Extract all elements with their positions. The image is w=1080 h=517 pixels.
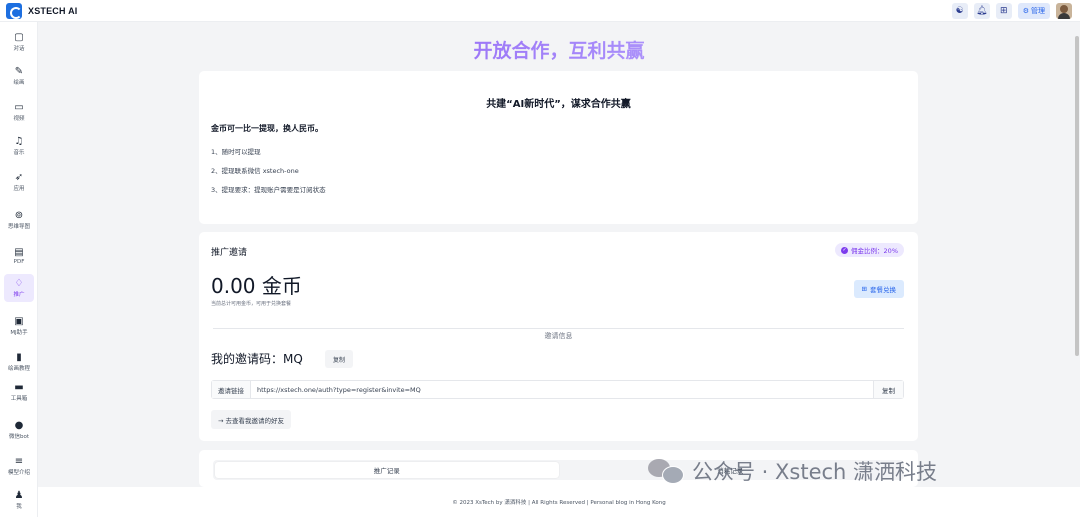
watermark: 公众号 · Xstech 潇洒科技 [648, 456, 937, 486]
intro-card: 共建“AI新时代”，谋求合作共赢 金币可一比一提现，换人民币。 1、随时可以提现… [199, 71, 918, 224]
sidebar-item-label: 绘画 [13, 80, 25, 86]
sidebar-item-label: MJ助手 [10, 330, 28, 336]
sidebar-item-9[interactable]: ▮ 绘画教程 [4, 348, 34, 376]
coin-hint: 当前总计可用金币，可用于兑换套餐 [211, 301, 292, 307]
invite-link-field[interactable] [251, 381, 873, 398]
sidebar-item-2[interactable]: ▭ 视频 [4, 98, 34, 126]
rocket-icon: ➶ [14, 172, 24, 183]
intro-title: 共建“AI新时代”，谋求合作共赢 [486, 99, 631, 110]
mj-icon: ▣ [14, 316, 24, 327]
brand[interactable]: XSTECH AI [0, 2, 78, 19]
user-icon: ♟ [14, 490, 24, 501]
divider-label: 邀请信息 [536, 332, 581, 340]
sidebar-item-7[interactable]: ♢ 推广 [4, 274, 34, 302]
intro-subtitle: 金币可一比一提现，换人民币。 [211, 124, 323, 133]
sidebar-item-label: 模型介绍 [7, 470, 30, 476]
sidebar-item-label: 我 [16, 504, 22, 510]
copy-code-button[interactable]: 复制 [325, 350, 354, 368]
wechat-icon [648, 457, 686, 485]
sidebar-item-0[interactable]: ▢ 对话 [4, 28, 34, 56]
promo-title: 推广邀请 [211, 248, 248, 258]
sidebar-item-label: 推广 [13, 292, 25, 298]
list-icon: ≡ [14, 456, 24, 467]
sidebar-item-label: 微信bot [8, 434, 29, 440]
footer: © 2023 XsTech by 潇洒科技 | All Rights Reser… [38, 487, 1080, 517]
diamond-icon: ♢ [14, 278, 24, 289]
divider-label-wrap: 邀请信息 [199, 323, 918, 342]
notification-bell-icon[interactable]: 🔔︎ [973, 3, 990, 19]
book-icon: ▮ [16, 352, 22, 363]
mindmap-icon: ⊚ [14, 210, 24, 221]
pdf-icon: ▤ [14, 247, 24, 258]
list-item: 3、提现要求：提现账户需要是订阅状态 [211, 186, 326, 194]
top-actions: ☯ 🔔︎ ⊞ ⚙ 管理 [951, 3, 1072, 19]
list-item: 1、随时可以提现 [211, 148, 261, 156]
sidebar-item-4[interactable]: ➶ 应用 [4, 168, 34, 196]
view-invited-friends-button[interactable]: → 去查看我邀请的好友 [211, 410, 292, 429]
admin-button[interactable]: ⚙ 管理 [1017, 3, 1050, 19]
check-circle-icon: ✓ [841, 246, 849, 254]
brand-logo-icon [6, 2, 22, 19]
video-icon: ▭ [14, 102, 24, 113]
sidebar-item-label: 对话 [13, 46, 25, 52]
sidebar-item-label: 应用 [13, 186, 25, 192]
scrollbar-thumb[interactable] [1075, 36, 1079, 356]
sidebar: ▢ 对话 ✎ 绘画 ▭ 视频 ♫ 音乐 ➶ 应用 ⊚ 思维导图 ▤ PDF ♢ 推广 ▣ MJ助手 ▮ 绘画教程 ▬ 工具… [0, 22, 38, 517]
sidebar-item-label: 音乐 [13, 150, 25, 156]
coin-balance: 0.00 金币 [211, 274, 302, 298]
invite-link-prefix: 邀请链接 [212, 381, 251, 398]
commission-ratio-badge: ✓ 佣金比例：20% [835, 243, 904, 257]
watermark-text: 公众号 · Xstech 潇洒科技 [692, 460, 938, 484]
avatar[interactable] [1056, 3, 1072, 19]
scrollbar[interactable] [1074, 22, 1080, 487]
list-item: 2、提现联系微信 xstech-one [211, 167, 299, 175]
sidebar-item-13[interactable]: ♟ 我 [4, 486, 34, 514]
sidebar-item-8[interactable]: ▣ MJ助手 [4, 312, 34, 340]
sidebar-item-6[interactable]: ▤ PDF [4, 242, 34, 270]
invite-link-group: 邀请链接 复制 [211, 380, 904, 399]
sidebar-item-label: 思维导图 [7, 224, 30, 230]
sidebar-item-label: 视频 [13, 116, 25, 122]
sidebar-item-label: 绘画教程 [7, 366, 30, 372]
tab-promotion-records[interactable]: 推广记录 [215, 462, 559, 478]
exchange-label: 套餐兑换 [870, 286, 896, 294]
rules-list: 1、随时可以提现 2、提现联系微信 xstech-one 3、提现要求：提现账户… [211, 146, 326, 203]
sidebar-item-label: 工具箱 [10, 396, 28, 402]
sidebar-item-1[interactable]: ✎ 绘画 [4, 62, 34, 90]
sidebar-item-5[interactable]: ⊚ 思维导图 [4, 206, 34, 234]
app-name: XSTECH AI [28, 5, 78, 16]
gear-icon: ⚙ [1022, 7, 1029, 15]
promo-card: 推广邀请 ✓ 佣金比例：20% 0.00 金币 当前总计可用金币，可用于兑换套餐… [199, 232, 918, 441]
robot-icon: ● [14, 420, 24, 431]
ratio-text: 佣金比例：20% [851, 247, 898, 255]
toolbox-icon: ▬ [14, 382, 24, 393]
top-bar: XSTECH AI ☯ 🔔︎ ⊞ ⚙ 管理 [0, 0, 1080, 22]
theme-icon[interactable]: ☯ [951, 3, 968, 19]
page-hero-title: 开放合作，互利共赢 [38, 36, 1080, 63]
paint-icon: ✎ [14, 66, 24, 77]
gift-icon: ⊞ [861, 285, 867, 293]
sidebar-item-12[interactable]: ≡ 模型介绍 [4, 452, 34, 480]
gift-icon[interactable]: ⊞ [995, 3, 1012, 19]
invite-code-label: 我的邀请码：MQ [211, 352, 303, 366]
copy-link-button[interactable]: 复制 [873, 381, 903, 398]
music-icon: ♫ [14, 136, 24, 147]
sidebar-item-11[interactable]: ● 微信bot [4, 416, 34, 444]
chat-icon: ▢ [14, 32, 24, 43]
sidebar-item-3[interactable]: ♫ 音乐 [4, 132, 34, 160]
sidebar-item-10[interactable]: ▬ 工具箱 [4, 378, 34, 406]
package-exchange-button[interactable]: ⊞ 套餐兑换 [853, 280, 904, 298]
admin-label: 管理 [1031, 7, 1045, 15]
sidebar-item-label: PDF [13, 259, 25, 265]
